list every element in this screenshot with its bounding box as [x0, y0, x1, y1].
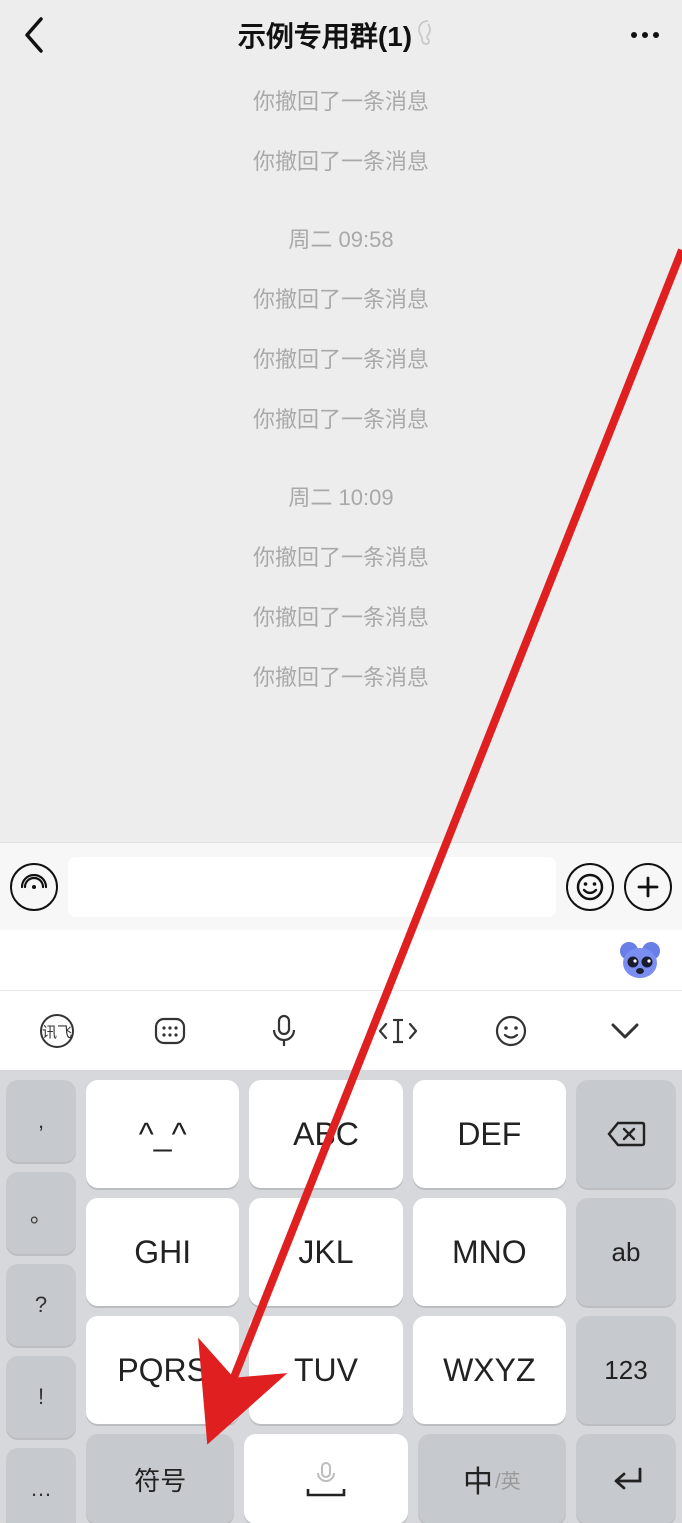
keyboard-toolbar: 讯飞: [0, 990, 682, 1070]
system-message: 你撤回了一条消息: [0, 268, 682, 328]
key-tuv[interactable]: TUV: [249, 1316, 402, 1424]
key-backspace[interactable]: [576, 1080, 676, 1188]
system-message: 你撤回了一条消息: [0, 646, 682, 706]
key-language[interactable]: 中/英: [418, 1434, 566, 1523]
ime-logo-button[interactable]: 讯飞: [34, 1008, 80, 1054]
key-ghi[interactable]: GHI: [86, 1198, 239, 1306]
system-message: 你撤回了一条消息: [0, 526, 682, 586]
system-message: 你撤回了一条消息: [0, 586, 682, 646]
key-ab[interactable]: ab: [576, 1198, 676, 1306]
key-enter[interactable]: [576, 1434, 676, 1523]
svg-text:讯飞: 讯飞: [42, 1024, 72, 1041]
key-question[interactable]: ?: [6, 1264, 76, 1346]
key-mno[interactable]: MNO: [413, 1198, 566, 1306]
collapse-keyboard-button[interactable]: [602, 1008, 648, 1054]
system-message: 你撤回了一条消息: [0, 70, 682, 130]
key-face[interactable]: ^_^: [86, 1080, 239, 1188]
earpiece-icon: [418, 20, 438, 51]
key-exclaim[interactable]: !: [6, 1356, 76, 1438]
emoji-button[interactable]: [566, 863, 614, 911]
system-message: 你撤回了一条消息: [0, 328, 682, 388]
emoji-tool-button[interactable]: [488, 1008, 534, 1054]
key-123[interactable]: 123: [576, 1316, 676, 1424]
assistant-avatar-icon[interactable]: [618, 938, 662, 982]
key-jkl[interactable]: JKL: [249, 1198, 402, 1306]
chat-title: 示例专用群(1): [238, 15, 412, 55]
plus-button[interactable]: [624, 863, 672, 911]
key-ellipsis[interactable]: …: [6, 1448, 76, 1523]
cursor-move-button[interactable]: [375, 1008, 421, 1054]
header: 示例专用群(1): [0, 0, 682, 70]
key-period[interactable]: 。: [6, 1172, 76, 1254]
ime-assistant-strip: [0, 930, 682, 990]
timestamp: 周二 09:58: [0, 190, 682, 268]
key-lang-sub: /英: [495, 1465, 521, 1494]
key-pqrs[interactable]: PQRS: [86, 1316, 239, 1424]
system-message: 你撤回了一条消息: [0, 130, 682, 190]
mic-button[interactable]: [261, 1008, 307, 1054]
key-wxyz[interactable]: WXYZ: [413, 1316, 566, 1424]
key-abc[interactable]: ABC: [249, 1080, 402, 1188]
input-bar: [0, 842, 682, 930]
key-def[interactable]: DEF: [413, 1080, 566, 1188]
key-comma[interactable]: ,: [6, 1080, 76, 1162]
key-symbol[interactable]: 符号: [86, 1434, 234, 1523]
punct-column: , 。 ? ! …: [6, 1080, 76, 1523]
back-button[interactable]: [14, 15, 54, 55]
keyboard: , 。 ? ! … ^_^ ABC DEF GHI JKL MNO ab: [0, 1070, 682, 1523]
more-button[interactable]: [622, 32, 668, 38]
voice-toggle-button[interactable]: [10, 863, 58, 911]
keyboard-switch-button[interactable]: [147, 1008, 193, 1054]
message-input[interactable]: [68, 857, 556, 917]
chat-area[interactable]: 你撤回了一条消息你撤回了一条消息周二 09:58你撤回了一条消息你撤回了一条消息…: [0, 70, 682, 842]
key-lang-main: 中: [463, 1457, 493, 1501]
system-message: 你撤回了一条消息: [0, 388, 682, 448]
timestamp: 周二 10:09: [0, 448, 682, 526]
key-space[interactable]: [244, 1434, 407, 1523]
